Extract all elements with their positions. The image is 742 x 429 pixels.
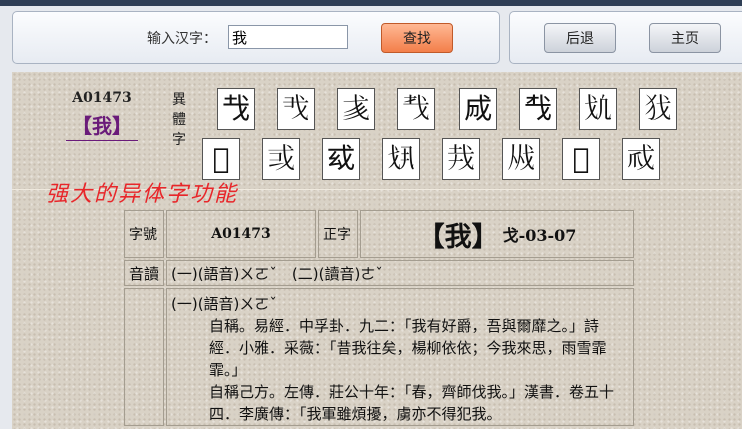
search-button[interactable]: 查找 xyxy=(381,23,453,53)
variant-glyph[interactable]: 𢦖 xyxy=(639,88,677,130)
dictionary-content: A01473 【我】 異體字 𢦏 𢦐 𢦑 𢦒 𢦓 𢦔 𢦕 𢦖 𢦗 𢦘 𢦙 𢦚 𢦛… xyxy=(12,72,742,429)
search-input[interactable] xyxy=(228,25,348,49)
definition-text-1: 自稱。易經．中孚卦．九二：「我有好爵，吾與爾靡之。」詩經．小雅．采薇：「昔我往矣… xyxy=(209,317,607,379)
table-row: 音讀 (一)(語音)ㄨㄛˇ (二)(讀音)ㄜˇ xyxy=(124,260,634,286)
definition-heading: (一)(語音)ㄨㄛˇ xyxy=(171,295,277,313)
variant-glyph[interactable]: 𢦗 xyxy=(202,138,240,180)
definition-cell: (一)(語音)ㄨㄛˇ 自稱。易經．中孚卦．九二：「我有好爵，吾與爾靡之。」詩經．… xyxy=(166,288,634,426)
back-button[interactable]: 后退 xyxy=(544,23,616,53)
variant-glyph[interactable]: 𢦛 xyxy=(442,138,480,180)
window-top-bar xyxy=(0,0,742,6)
variant-glyph[interactable]: 𢦏 xyxy=(217,88,255,130)
variant-glyph[interactable]: 𢦞 xyxy=(622,138,660,180)
variant-glyph[interactable]: 𢦐 xyxy=(277,88,315,130)
pronunciation-label: 音讀 xyxy=(124,260,164,286)
zheng-cell: 【我】 戈-03-07 xyxy=(360,210,634,258)
pronunciation-value: (一)(語音)ㄨㄛˇ (二)(讀音)ㄜˇ xyxy=(166,260,634,286)
variant-glyph[interactable]: 𢦒 xyxy=(397,88,435,130)
character-code: A01473 xyxy=(72,90,132,106)
definition-text-2: 自稱己方。左傳．莊公十年：「春，齊師伐我。」漢書．卷五十四．李廣傳：「我軍雖煩擾… xyxy=(209,383,615,423)
table-row: 字號 A01473 正字 【我】 戈-03-07 xyxy=(124,210,634,258)
zheng-label: 正字 xyxy=(318,210,358,258)
search-label: 输入汉字： xyxy=(147,31,217,47)
variant-glyph[interactable]: 𢦜 xyxy=(502,138,540,180)
code-label: 字號 xyxy=(124,210,164,258)
variant-glyph[interactable]: 𢦔 xyxy=(519,88,557,130)
navigation-toolbar: 后退 主页 xyxy=(509,11,742,64)
variant-glyph[interactable]: 𢦚 xyxy=(382,138,420,180)
variant-glyph[interactable]: 𢦑 xyxy=(337,88,375,130)
search-toolbar: 输入汉字： 查找 xyxy=(12,11,500,64)
definition-label xyxy=(124,288,164,426)
variant-label: 異體字 xyxy=(172,92,186,148)
variant-glyph[interactable]: 𢦕 xyxy=(579,88,617,130)
table-row: (一)(語音)ㄨㄛˇ 自稱。易經．中孚卦．九二：「我有好爵，吾與爾靡之。」詩經．… xyxy=(124,288,634,426)
radical-stroke: 戈-03-07 xyxy=(502,226,577,245)
code-value: A01473 xyxy=(166,210,316,258)
variant-glyph[interactable]: 𢦓 xyxy=(459,88,497,130)
character-info-table: 字號 A01473 正字 【我】 戈-03-07 音讀 (一)(語音)ㄨㄛˇ (二… xyxy=(122,208,636,428)
variant-glyph[interactable]: 𢦘 xyxy=(262,138,300,180)
zheng-character: 【我】 xyxy=(417,221,499,253)
main-character-link[interactable]: 【我】 xyxy=(66,110,138,141)
variant-glyph[interactable]: 𢦙 xyxy=(322,138,360,180)
promo-annotation: 强大的异体字功能 xyxy=(46,182,239,207)
home-button[interactable]: 主页 xyxy=(649,23,721,53)
variant-glyph[interactable]: 𢦝 xyxy=(562,138,600,180)
